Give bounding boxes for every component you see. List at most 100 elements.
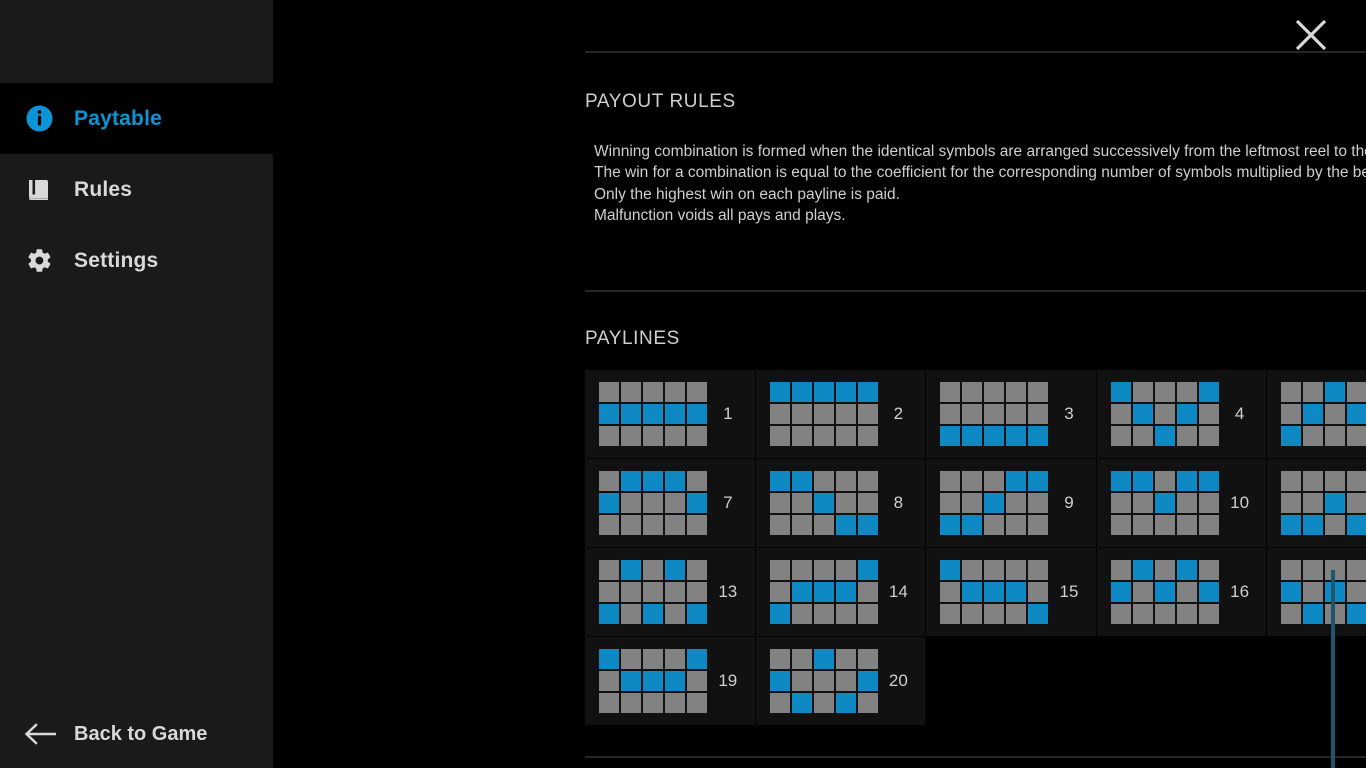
payline-card[interactable]: 5 [1267, 370, 1366, 458]
payline-cell [1006, 382, 1027, 402]
payline-cell-active [791, 582, 812, 602]
payline-cell [962, 604, 983, 624]
payline-cell [769, 693, 790, 713]
payline-cell [1281, 560, 1302, 580]
payline-cell-active [835, 582, 856, 602]
payline-card[interactable]: 14 [755, 548, 926, 636]
payline-mini-grid [1281, 560, 1366, 624]
payline-cell [984, 604, 1005, 624]
payline-cell [599, 693, 619, 713]
payline-card[interactable]: 1 [585, 370, 755, 458]
payline-cell [1006, 493, 1027, 513]
payline-cell-active [791, 693, 812, 713]
sidebar-item-label: Paytable [74, 106, 162, 130]
payline-cell-active [1198, 471, 1219, 491]
payline-mini-grid [769, 471, 878, 535]
payline-cell-active [643, 671, 663, 691]
payline-cell [1176, 493, 1197, 513]
payline-cell [1006, 404, 1027, 424]
payline-cell [962, 493, 983, 513]
payline-cell-active [621, 671, 641, 691]
payline-cell [1281, 493, 1302, 513]
sidebar: Paytable Rules Settings Back to Game [0, 0, 273, 768]
scrollbar-thumb[interactable] [1331, 570, 1335, 768]
payline-cell-active [1198, 382, 1219, 402]
payline-cell [1006, 604, 1027, 624]
payline-cell [1110, 604, 1131, 624]
payline-cell-active [1325, 582, 1346, 602]
info-icon [22, 105, 56, 132]
payline-cell [665, 515, 685, 535]
payline-cell-active [1198, 582, 1219, 602]
payline-cell [1281, 382, 1302, 402]
payline-card[interactable]: 9 [926, 459, 1096, 547]
payline-cell [1325, 404, 1346, 424]
payline-cell [1347, 471, 1366, 491]
payline-cell [791, 493, 812, 513]
payline-cell [835, 560, 856, 580]
payline-card[interactable]: 16 [1096, 548, 1267, 636]
payline-cell-active [687, 404, 707, 424]
payline-cell [643, 582, 663, 602]
payline-cell [1154, 382, 1175, 402]
payline-card[interactable]: 20 [755, 637, 926, 725]
payline-mini-grid [769, 560, 878, 624]
payline-cell [940, 471, 961, 491]
payline-number: 13 [718, 582, 738, 601]
payline-cell [1154, 604, 1175, 624]
payline-cell [962, 404, 983, 424]
paylines-title: PAYLINES [585, 328, 680, 349]
back-to-game-button[interactable]: Back to Game [0, 700, 273, 768]
payline-cell [643, 560, 663, 580]
sidebar-item-paytable[interactable]: Paytable [0, 83, 273, 154]
payline-cell [687, 671, 707, 691]
payline-card[interactable]: 11 [1267, 459, 1366, 547]
payline-cell-active [1281, 582, 1302, 602]
payline-cell [1132, 515, 1153, 535]
payline-cell [1281, 604, 1302, 624]
payline-cell [599, 471, 619, 491]
payline-cell-active [835, 693, 856, 713]
payline-cell-active [665, 404, 685, 424]
payline-cell-active [984, 493, 1005, 513]
payline-cell-active [1347, 604, 1366, 624]
payline-cell [857, 493, 878, 513]
payline-cell [857, 426, 878, 446]
payline-card[interactable]: 13 [585, 548, 755, 636]
payline-cell [1154, 404, 1175, 424]
payline-card[interactable]: 10 [1096, 459, 1267, 547]
sidebar-item-rules[interactable]: Rules [0, 154, 273, 225]
payline-card[interactable]: 17 [1267, 548, 1366, 636]
close-button[interactable] [1292, 18, 1330, 56]
payline-card[interactable]: 8 [755, 459, 926, 547]
payline-card[interactable]: 7 [585, 459, 755, 547]
payline-cell [1132, 382, 1153, 402]
payline-card[interactable]: 15 [926, 548, 1096, 636]
payline-card[interactable]: 19 [585, 637, 755, 725]
payline-cell [1198, 515, 1219, 535]
payline-card[interactable]: 2 [755, 370, 926, 458]
payline-cell [599, 515, 619, 535]
payline-cell-active [1281, 515, 1302, 535]
payline-cell [1325, 515, 1346, 535]
payline-cell [791, 426, 812, 446]
payline-cell [1006, 560, 1027, 580]
payline-cell [687, 382, 707, 402]
payline-card[interactable]: 4 [1096, 370, 1267, 458]
paytable-overlay: Paytable Rules Settings Back to Game PAY… [0, 0, 1366, 768]
payline-cell-active [1110, 382, 1131, 402]
sidebar-item-settings[interactable]: Settings [0, 225, 273, 296]
payout-rule-line: Only the highest win on each payline is … [594, 185, 900, 203]
payline-cell-active [687, 493, 707, 513]
payline-cell [813, 515, 834, 535]
payline-cell-active [1325, 493, 1346, 513]
payline-cell [813, 404, 834, 424]
payline-number: 3 [1064, 404, 1074, 423]
close-icon [1294, 18, 1328, 57]
payline-cell [687, 560, 707, 580]
payline-cell-active [1325, 382, 1346, 402]
payline-cell-active [1110, 582, 1131, 602]
payline-cell-active [1006, 426, 1027, 446]
payline-cell-active [1154, 426, 1175, 446]
payline-card[interactable]: 3 [926, 370, 1096, 458]
